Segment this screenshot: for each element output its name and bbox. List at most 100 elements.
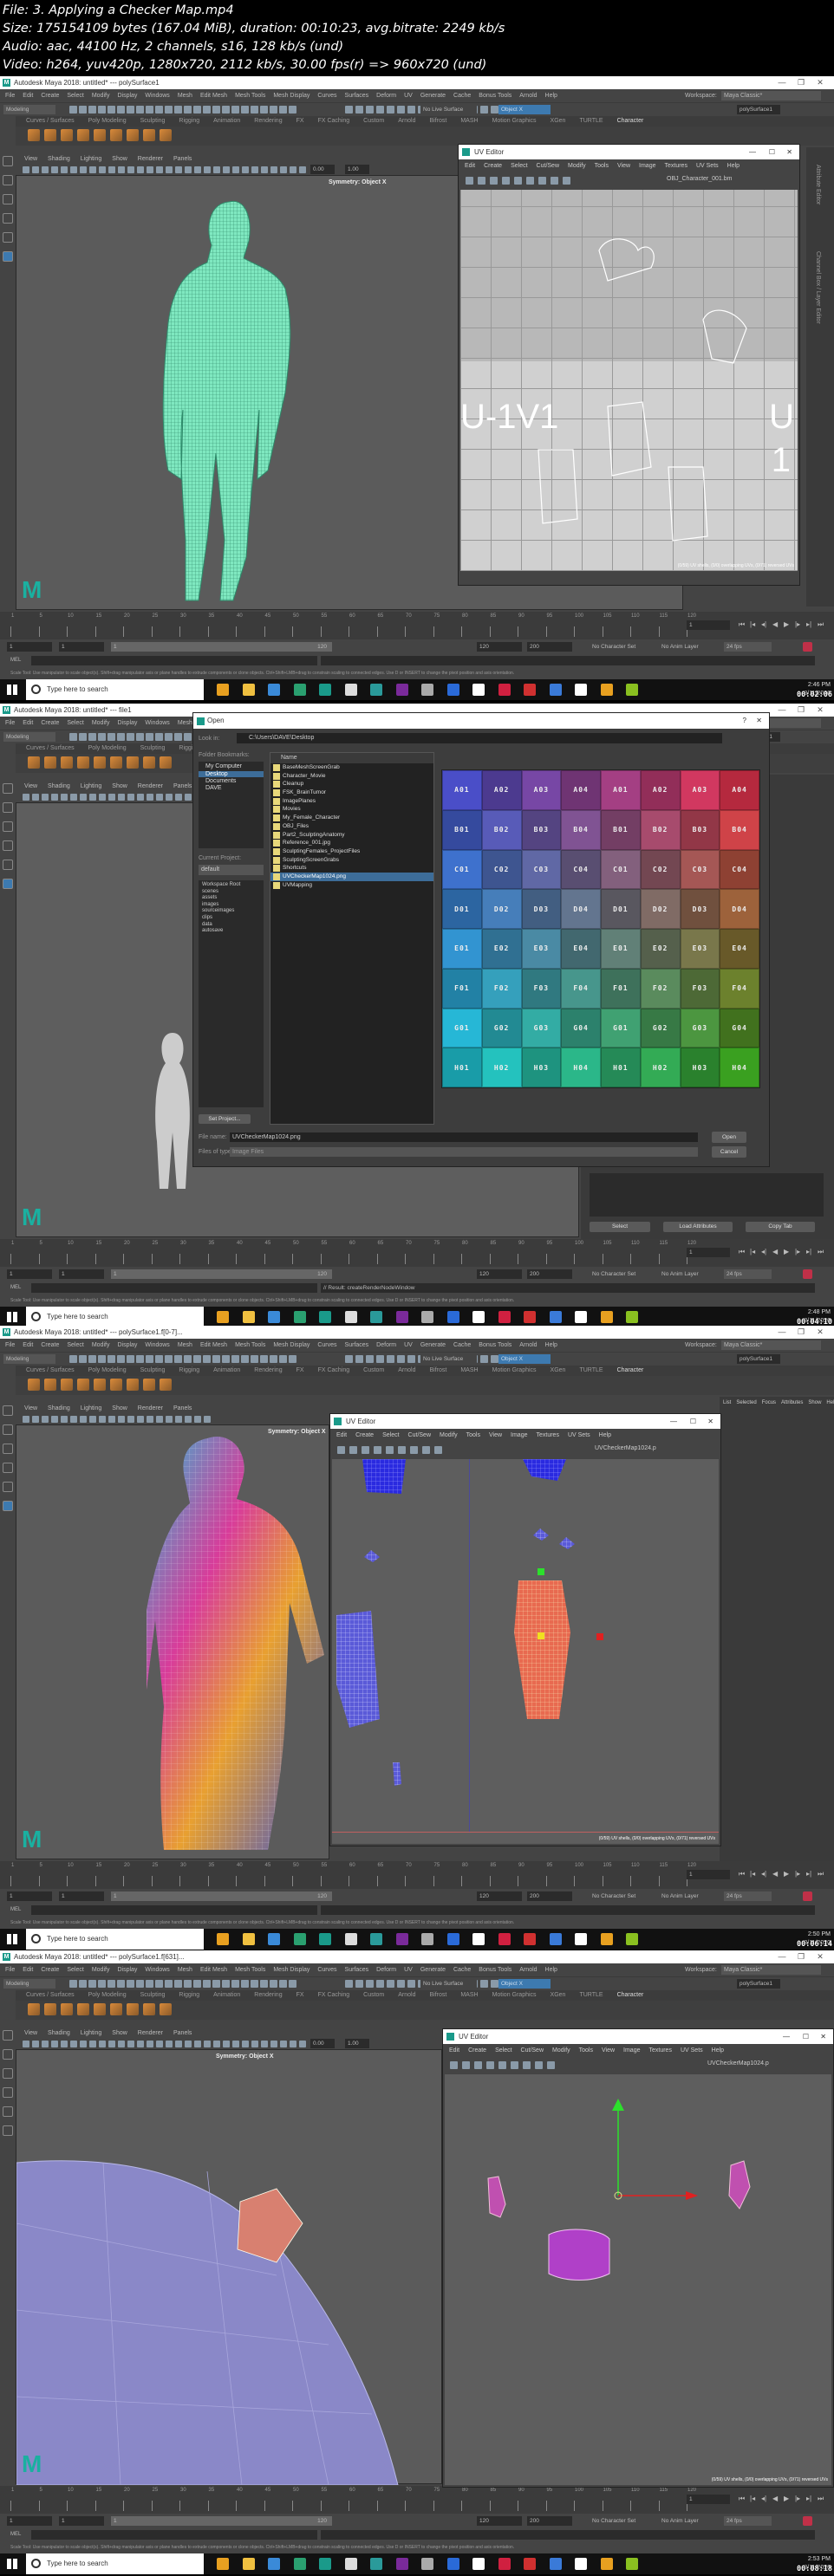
taskbar-app-icon[interactable] <box>217 2558 229 2570</box>
play-back-icon[interactable]: ◀ <box>772 1870 778 1878</box>
file-item[interactable]: UVCheckerMap1024.png <box>270 872 433 881</box>
menu-deform[interactable]: Deform <box>376 1339 396 1352</box>
workspace-dropdown[interactable]: Maya Classic* <box>721 1340 821 1350</box>
project-folder-item[interactable]: images <box>202 902 260 909</box>
shelf-tab-curves-surfaces[interactable]: Curves / Surfaces <box>26 1366 75 1376</box>
menu-arnold[interactable]: Arnold <box>519 1963 537 1976</box>
panel-toolbar-icon[interactable] <box>270 166 277 173</box>
shelf-tool-icon[interactable] <box>44 756 56 769</box>
taskbar-app-icon[interactable] <box>549 1311 562 1323</box>
menu-help[interactable]: Help <box>545 89 557 102</box>
taskbar-search-box[interactable]: Type here to search <box>26 679 204 700</box>
uv-toolbar-icon[interactable] <box>502 177 510 185</box>
toolbar-icon[interactable] <box>146 1355 153 1363</box>
close-button[interactable]: ✕ <box>811 1326 829 1339</box>
panel-toolbar-icon[interactable] <box>156 166 163 173</box>
taskbar-app-icon[interactable] <box>549 684 562 696</box>
taskbar-app-icon[interactable] <box>344 1933 357 1945</box>
panel-toolbar-icon[interactable] <box>80 166 87 173</box>
taskbar-app-icon[interactable] <box>524 1933 536 1945</box>
panel-toolbar-icon[interactable] <box>51 2041 58 2047</box>
toolbar-icon[interactable] <box>117 733 125 741</box>
exposure-field[interactable]: 0.00 <box>310 2039 335 2048</box>
toolbar-icon[interactable] <box>222 1355 230 1363</box>
toolbar-icon[interactable] <box>117 106 125 114</box>
panel-toolbar-icon[interactable] <box>299 2041 306 2047</box>
panel-menu-show[interactable]: Show <box>112 2028 127 2039</box>
outliner-menu-list[interactable]: List <box>723 1400 731 1405</box>
shelf-tool-icon[interactable] <box>44 129 56 141</box>
panel-toolbar-icon[interactable] <box>185 1416 192 1423</box>
shelf-tab-arnold[interactable]: Arnold <box>398 1366 415 1376</box>
panel-toolbar-icon[interactable] <box>23 1416 29 1423</box>
shelf-tab-xgen[interactable]: XGen <box>551 116 566 127</box>
taskbar-search-box[interactable]: Type here to search <box>26 1929 204 1950</box>
shelf-tool-icon[interactable] <box>28 756 40 769</box>
uv-menu-textures[interactable]: Textures <box>537 1429 559 1443</box>
object-name-field[interactable]: polySurface1 <box>737 1354 780 1364</box>
panel-toolbar-icon[interactable] <box>147 166 153 173</box>
auto-key-icon[interactable] <box>803 1891 812 1901</box>
close-button[interactable]: ✕ <box>786 145 792 159</box>
uv-toolbar-icon[interactable] <box>434 1446 442 1454</box>
uv-toolbar-icon[interactable] <box>478 177 485 185</box>
menu-display[interactable]: Display <box>117 1339 137 1352</box>
lasso-tool-icon[interactable] <box>3 175 13 185</box>
toolbar-icon[interactable] <box>193 106 201 114</box>
menu-windows[interactable]: Windows <box>145 717 169 730</box>
toolbar-icon[interactable] <box>397 106 405 114</box>
shelf-tab-motion-graphics[interactable]: Motion Graphics <box>492 116 537 127</box>
menu-edit-mesh[interactable]: Edit Mesh <box>200 1339 227 1352</box>
mel-input[interactable] <box>31 656 317 665</box>
taskbar-app-icon[interactable] <box>446 1933 459 1945</box>
toolbar-icon[interactable] <box>88 1980 96 1988</box>
toolbar-icon[interactable] <box>88 106 96 114</box>
step-forward-key-icon[interactable]: ▸| <box>806 620 811 628</box>
taskbar-app-icon[interactable] <box>575 2558 587 2570</box>
file-item[interactable]: My_Female_Character <box>270 814 433 822</box>
toolbar-icon[interactable] <box>289 106 296 114</box>
taskbar-app-icon[interactable] <box>498 1933 511 1945</box>
taskbar-app-icon[interactable] <box>395 2558 408 2570</box>
shelf-tab-motion-graphics[interactable]: Motion Graphics <box>492 1990 537 2001</box>
scale-tool-icon[interactable] <box>3 251 13 262</box>
toolbar-icon[interactable] <box>212 1980 220 1988</box>
uv-toolbar-icon[interactable] <box>511 2061 518 2069</box>
shelf-tab-sculpting[interactable]: Sculpting <box>140 743 166 754</box>
panel-toolbar-icon[interactable] <box>42 166 49 173</box>
anim-layer-dropdown[interactable]: No Anim Layer <box>659 1269 713 1279</box>
go-to-end-icon[interactable]: ⏭ <box>818 620 824 629</box>
taskbar-app-icon[interactable] <box>242 2558 255 2570</box>
menu-display[interactable]: Display <box>117 89 137 102</box>
panel-toolbar-icon[interactable] <box>42 794 49 801</box>
menu-surfaces[interactable]: Surfaces <box>345 89 369 102</box>
panel-toolbar-icon[interactable] <box>242 166 249 173</box>
toolbar-icon[interactable] <box>88 1355 96 1363</box>
file-item[interactable]: Reference_001.jpg <box>270 839 433 847</box>
go-to-end-icon[interactable]: ⏭ <box>818 2495 824 2503</box>
uv-menu-cut-sew[interactable]: Cut/Sew <box>521 2044 544 2058</box>
character-set-dropdown[interactable]: No Character Set <box>590 642 655 652</box>
taskbar-app-icon[interactable] <box>421 684 433 696</box>
shelf-tab-curves-surfaces[interactable]: Curves / Surfaces <box>26 116 75 127</box>
toolbar-icon[interactable] <box>79 106 87 114</box>
step-back-icon[interactable]: ◂| <box>761 2495 766 2502</box>
lasso-tool-icon[interactable] <box>3 1424 13 1435</box>
set-project-button[interactable]: Set Project... <box>199 1114 251 1124</box>
menu-edit[interactable]: Edit <box>23 89 33 102</box>
menu-file[interactable]: File <box>5 1963 15 1976</box>
close-button[interactable]: ✕ <box>820 2029 826 2044</box>
panel-menu-view[interactable]: View <box>24 1404 37 1414</box>
auto-key-icon[interactable] <box>803 2516 812 2526</box>
panel-menu-renderer[interactable]: Renderer <box>138 782 163 792</box>
project-folder-item[interactable]: autosave <box>202 928 260 935</box>
step-back-key-icon[interactable]: |◂ <box>750 2495 755 2502</box>
scale-tool-icon[interactable] <box>3 1501 13 1511</box>
toolbar-icon[interactable] <box>260 1980 268 1988</box>
symmetry-field[interactable]: Object X <box>498 105 551 114</box>
symmetry-field[interactable]: Object X <box>498 1979 551 1989</box>
taskbar-app-icon[interactable] <box>575 1933 587 1945</box>
end-time-field[interactable]: 200 <box>527 1269 572 1279</box>
toolbar-icon[interactable] <box>345 106 353 114</box>
project-folder-item[interactable]: Workspace Root <box>202 882 260 889</box>
